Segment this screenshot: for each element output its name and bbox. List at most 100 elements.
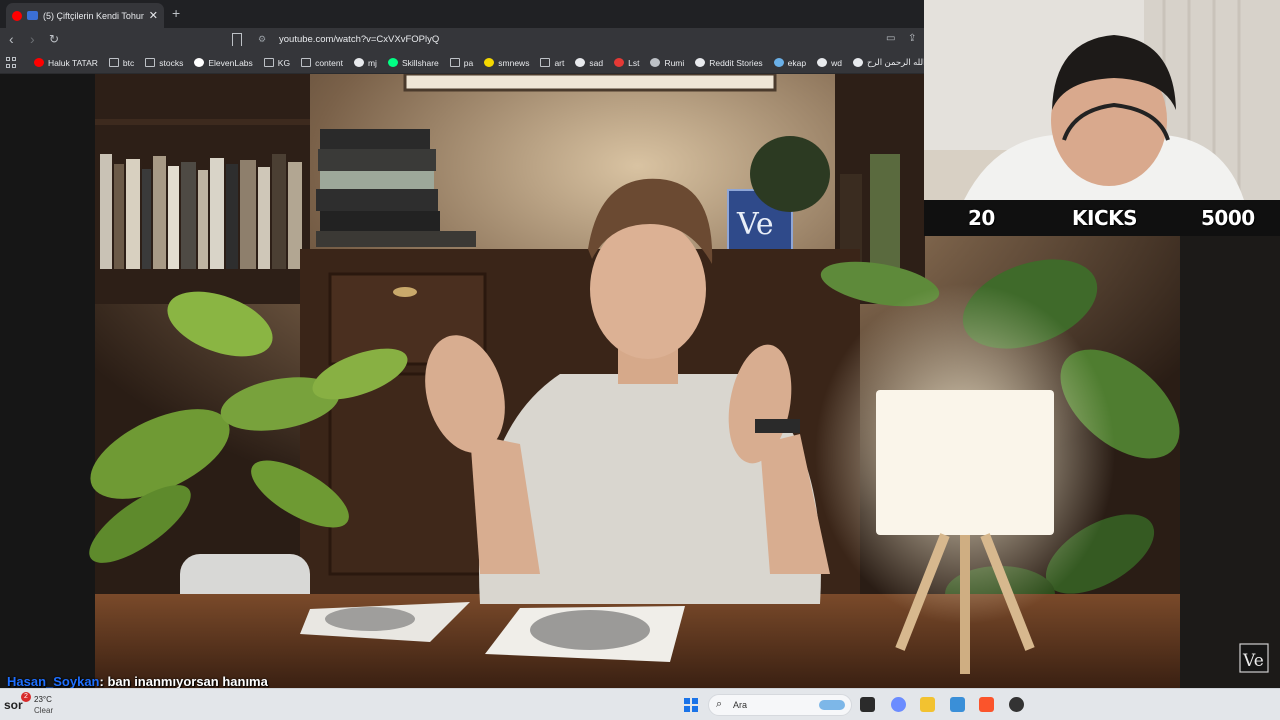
svg-text:Ve: Ve [1242,651,1264,671]
folder-icon [108,58,119,67]
shelf-plant [750,136,830,212]
doc-icon [852,58,863,67]
smiley-icon [484,58,495,67]
elevenlabs-icon [194,58,205,67]
site-info-icon[interactable]: ⚙ [258,34,266,45]
wd-icon [817,58,828,67]
search-placeholder: Ara [733,700,748,710]
browser-toolbar: ‹ › ↻ ⚙ youtube.com/watch?v=CxVXvFOPlyQ … [0,28,924,52]
copilot-icon[interactable] [891,697,906,712]
bookmark-label: stocks [159,57,184,68]
bookmark-label: KG [277,57,291,68]
folder-icon [540,58,551,67]
kick-label: KICKS [1072,206,1138,230]
cast-icon[interactable]: ▭ [886,33,895,44]
bookmark-icon[interactable] [232,33,242,46]
bookmark-item[interactable]: Reddit Stories [695,57,763,68]
bookmark-item[interactable]: wd [817,58,842,68]
bookmark-item[interactable]: Skillshare [387,57,439,68]
bookmark-item[interactable]: Lst [614,58,639,68]
d-logo-icon [695,58,706,67]
bookmark-label: ElevenLabs [208,57,253,68]
obs-icon[interactable] [1009,697,1024,712]
bookmark-label: wd [831,57,842,68]
left-letterbox [0,74,95,688]
bookmarks-bar: Haluk TATAR btc stocks ElevenLabs KG content m… [0,52,924,74]
bookmark-item[interactable]: الله الرحمن الرح... [852,57,924,68]
bookmark-item[interactable]: smnews [484,58,529,68]
bookmark-label: content [315,57,343,68]
folder-icon [449,58,460,67]
tab-active[interactable]: (5) Çiftçilerin Kendi Tohumları ✕ [6,3,164,28]
bookmark-label: الله الرحمن الرح... [866,57,924,67]
start-icon[interactable] [684,698,698,712]
search-icon: ⌕ [716,698,723,710]
bookmark-label: Reddit Stories [709,57,763,68]
left-bookshelf [95,74,310,304]
snipping-tool-icon[interactable] [950,697,965,712]
folder-icon [301,58,312,67]
temperature[interactable]: 23°C [34,695,52,704]
chat-text: ban inanmıyorsan hanıma [107,674,268,689]
folder-icon [263,58,274,67]
taskbar-search[interactable]: ⌕ Ara [708,694,852,716]
youtube-icon [34,58,44,67]
address-bar[interactable]: youtube.com/watch?v=CxVXvFOPlyQ [279,34,439,45]
wall-frame [403,74,777,92]
weather-condition[interactable]: Clear [34,706,53,715]
bookmark-label: Haluk TATAR [48,57,98,68]
bookmark-item[interactable]: stocks [145,58,183,68]
file-explorer-icon[interactable] [920,697,935,712]
windows-taskbar: sor 2 23°C Clear ⌕ Ara [0,688,1280,720]
bookmark-label: pa [463,57,474,68]
bookmark-label: smnews [498,57,530,68]
tab-title: (5) Çiftçilerin Kendi Tohumları [43,10,144,21]
close-icon[interactable]: ✕ [149,9,158,22]
webcam-overlay [924,0,1280,200]
github-icon [353,58,364,67]
webcam-feed [924,0,1280,200]
bird-icon [773,58,784,67]
bookmark-label: Skillshare [401,57,439,68]
youtube-icon [12,10,22,21]
chat-separator: : [99,674,104,689]
bookmark-label: Lst [628,57,640,68]
task-view-icon[interactable] [860,697,875,712]
apps-icon[interactable] [6,56,16,69]
bookmark-item[interactable]: pa [449,57,474,68]
brave-browser-icon[interactable] [979,697,994,712]
bookmark-label: art [554,57,565,68]
channel-watermark: Ve [1239,643,1269,673]
bookmark-item[interactable]: ElevenLabs [194,57,253,68]
bookmark-item[interactable]: KG [263,57,291,68]
notification-badge: 2 [21,692,31,702]
bookmark-item[interactable]: sad [575,58,603,68]
tab-strip: (5) Çiftçilerin Kendi Tohumları ✕ + [0,0,924,28]
bookmark-item[interactable]: art [540,58,564,68]
search-highlight-icon [819,700,845,710]
chat-message: Hasan_Soykan: ban inanmıyorsan hanıma [7,674,268,689]
folder-icon [145,58,156,67]
kick-count: 20 [968,206,995,230]
bookmark-item[interactable]: Rumi [650,58,684,68]
bookmark-item[interactable]: content [301,58,343,68]
weather-icon[interactable]: sor [4,698,23,712]
s-logo-icon [614,58,625,67]
kick-goal: 5000 [1201,206,1255,230]
globe-icon [650,58,661,67]
chat-username[interactable]: Hasan_Soykan [7,674,100,689]
share-icon[interactable]: ⇪ [908,33,916,44]
bookmark-item[interactable]: mj [353,58,377,68]
bookmark-label: btc [122,57,135,68]
back-icon[interactable]: ‹ [9,31,14,47]
slash-icon [575,58,586,67]
bookmark-item[interactable]: ekap [773,57,807,68]
bookmark-item[interactable]: btc [108,57,135,68]
bookmark-label: Rumi [664,57,685,68]
bookmark-item[interactable]: Haluk TATAR [34,58,98,68]
video-icon [27,11,38,20]
bookmark-label: ekap [787,57,807,68]
forward-icon[interactable]: › [30,31,35,47]
reload-icon[interactable]: ↻ [49,32,59,46]
new-tab-icon[interactable]: + [172,5,180,21]
